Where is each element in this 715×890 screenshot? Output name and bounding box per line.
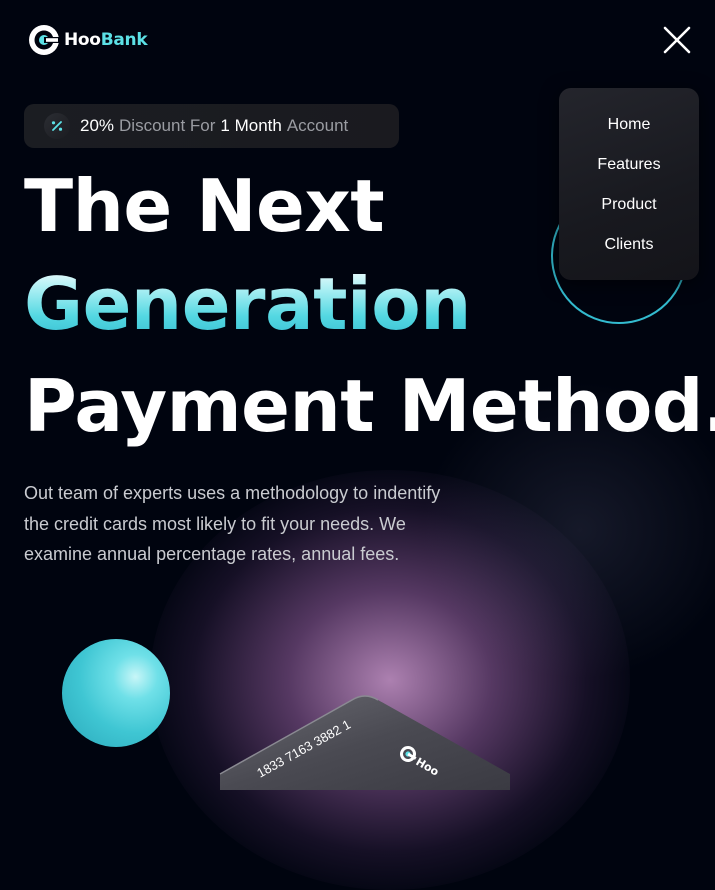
discount-badge: 20% Discount For 1 Month Account	[24, 104, 399, 148]
logo-text-hoo: Hoo	[64, 30, 101, 50]
close-menu-button[interactable]	[662, 25, 692, 55]
nav-link-home[interactable]: Home	[559, 112, 699, 152]
hero-title-line-3: Payment Method.	[24, 364, 715, 448]
hero-title-line-2: Generation	[24, 262, 471, 346]
discount-percent: 20%	[80, 116, 115, 135]
discount-icon	[44, 113, 70, 139]
hero-description: Out team of experts uses a methodology t…	[24, 483, 441, 565]
logo[interactable]: HooBank	[27, 23, 148, 57]
decorative-sphere	[62, 639, 170, 747]
discount-duration: 1 Month	[220, 116, 282, 135]
close-icon	[663, 26, 691, 54]
mobile-nav-menu: Home Features Product Clients	[559, 88, 699, 280]
discount-text: Discount For	[119, 116, 216, 135]
nav-link-product[interactable]: Product	[559, 192, 699, 232]
logo-text-bank: Bank	[100, 30, 148, 50]
nav-link-features[interactable]: Features	[559, 152, 699, 192]
hoobank-logo-icon	[29, 25, 60, 55]
hero-title-line-1: The Next	[24, 164, 385, 248]
logo-text: HooBank	[64, 30, 148, 50]
credit-card-image: 1833 7163 3882 1 Hoo	[219, 695, 510, 790]
discount-account: Account	[286, 116, 349, 135]
nav-link-clients[interactable]: Clients	[559, 232, 699, 272]
